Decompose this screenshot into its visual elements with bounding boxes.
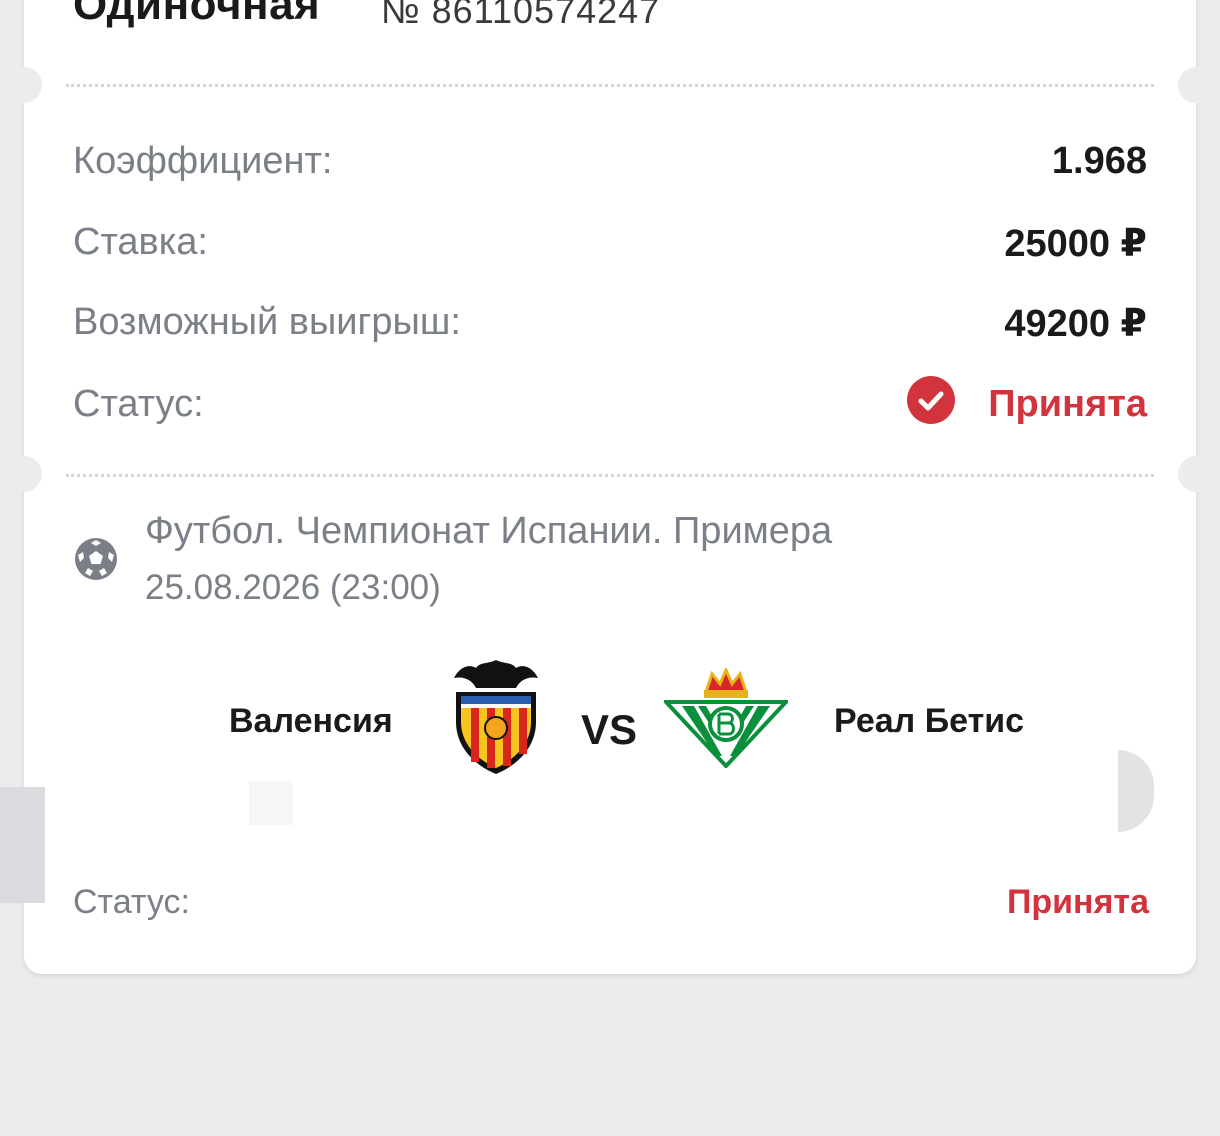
overlap-status-label: Статус:: [73, 883, 190, 921]
ticket-notch-right-top: [1178, 67, 1214, 103]
real-betis-crest-logo: [661, 666, 791, 769]
stake-label: Ставка:: [73, 221, 208, 263]
stake-value: 25000 ₽: [1004, 223, 1147, 265]
ticket-divider-top: [66, 84, 1154, 87]
overlay-scroll-edge: [1118, 750, 1154, 832]
bet-ticket-card: Одиночная № 86110574247 Коэффициент: 1.9…: [6, 0, 1214, 974]
odds-label: Коэффициент:: [73, 140, 333, 182]
payout-value: 49200 ₽: [1004, 303, 1147, 345]
odds-value: 1.968: [1051, 140, 1147, 182]
side-overlay-block: [0, 787, 45, 903]
overlay-artifact: [249, 781, 293, 825]
event-league: Футбол. Чемпионат Испании. Примера: [145, 510, 833, 552]
home-team-name: Валенсия: [229, 702, 393, 740]
event-date: 25.08.2026 (23:00): [145, 568, 441, 607]
ticket-divider-bottom: [66, 474, 1154, 477]
status-value: Принята: [988, 383, 1147, 425]
ticket-notch-left-bottom: [6, 456, 42, 492]
status-check-icon: [907, 376, 955, 424]
payout-label: Возможный выигрыш:: [73, 301, 461, 343]
versus-label: VS: [581, 706, 638, 753]
status-label: Статус:: [73, 383, 204, 425]
overlap-status-value: Принята: [1006, 883, 1149, 921]
away-team-name: Реал Бетис: [834, 702, 1025, 740]
ticket-notch-left-top: [6, 67, 42, 103]
soccer-ball-icon: [73, 536, 119, 582]
ticket-type-title: Одиночная: [73, 0, 321, 29]
ticket-notch-right-bottom: [1178, 456, 1214, 492]
valencia-crest-logo: [450, 658, 542, 778]
ticket-number: № 86110574247: [381, 0, 661, 31]
